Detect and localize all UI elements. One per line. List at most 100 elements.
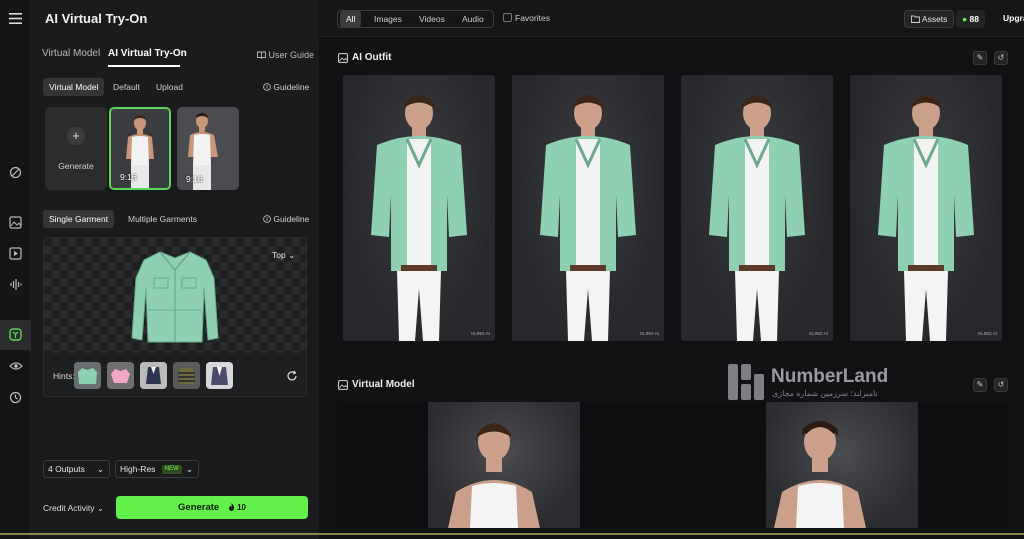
model-figure-icon <box>540 95 636 341</box>
model-figure-icon <box>709 95 805 341</box>
chevron-down-icon: ⌄ <box>288 250 296 260</box>
image-watermark: KLING AI <box>471 331 490 336</box>
favorites-checkbox[interactable] <box>503 13 512 22</box>
outfit-result-2[interactable]: KLING AI <box>512 75 664 341</box>
magic-wand-icon[interactable] <box>8 165 23 180</box>
flame-icon <box>228 503 234 511</box>
model-ratio-label: 9:16 <box>186 174 203 184</box>
edit-icon[interactable]: ✎ <box>973 51 987 65</box>
folder-icon <box>911 15 920 23</box>
model-thumbnail-selected[interactable]: 9:16 <box>109 107 171 190</box>
generate-cost-value: 10 <box>237 503 246 512</box>
media-filter: All Images Videos Audio <box>337 10 494 28</box>
favorites-toggle[interactable]: Favorites <box>503 13 550 23</box>
credits-badge[interactable]: ● 88 <box>956 10 985 28</box>
model-figure-icon <box>878 95 974 341</box>
quality-dropdown[interactable]: High-Res NEW ⌄ <box>115 460 199 478</box>
quality-value: High-Res <box>120 464 156 474</box>
watermark-name: NumberLand <box>771 366 889 387</box>
tab-virtual-model[interactable]: Virtual Model <box>42 48 100 59</box>
info-icon <box>263 83 271 91</box>
generate-button[interactable]: Generate 10 <box>116 496 308 519</box>
hint-garment-vest[interactable] <box>140 362 167 389</box>
filter-audio[interactable]: Audio <box>462 11 484 27</box>
audio-icon[interactable] <box>8 277 23 292</box>
favorites-label: Favorites <box>515 13 550 23</box>
user-guide-label: User Guide <box>268 50 315 60</box>
edit-icon[interactable]: ✎ <box>973 378 987 392</box>
outfit-result-4[interactable]: KLING AI <box>850 75 1002 341</box>
hint-garment-blazer[interactable] <box>206 362 233 389</box>
chevron-down-icon: ⌄ <box>185 464 193 474</box>
image-icon <box>338 380 348 390</box>
outfit-result-3[interactable]: KLING AI <box>681 75 833 341</box>
model-figure-icon <box>774 421 866 528</box>
top-bar: All Images Videos Audio Favorites Assets… <box>319 0 1024 37</box>
tab-default[interactable]: Default <box>107 78 146 96</box>
image-watermark: KLING AI <box>809 331 828 336</box>
credits-value: 88 <box>969 14 979 24</box>
generate-model-card[interactable]: + Generate <box>45 107 107 190</box>
image-icon[interactable] <box>8 215 23 230</box>
tab-virtual-model-source[interactable]: Virtual Model <box>43 78 105 96</box>
eye-icon[interactable] <box>8 358 23 373</box>
menu-icon[interactable] <box>8 11 23 26</box>
jacket-image <box>131 251 219 343</box>
garment-guideline-link[interactable]: Guideline <box>263 214 309 224</box>
virtual-model-title: Virtual Model <box>352 379 415 390</box>
virtual-model-result-2[interactable] <box>766 402 918 528</box>
refresh-hints-icon[interactable] <box>286 369 298 381</box>
model-thumbnail[interactable]: 9:16 <box>177 107 239 190</box>
history-icon[interactable] <box>8 390 23 405</box>
tab-single-garment[interactable]: Single Garment <box>43 210 115 228</box>
undo-icon[interactable]: ↺ <box>994 378 1008 392</box>
image-watermark: KLING AI <box>978 331 997 336</box>
filter-videos[interactable]: Videos <box>419 11 445 27</box>
plus-icon: + <box>67 127 85 145</box>
garment-upload-area[interactable]: Top ⌄ Hints: <box>43 237 307 397</box>
image-icon <box>338 53 348 63</box>
filter-images[interactable]: Images <box>374 11 402 27</box>
model-source-tabs: Virtual Model Default Upload <box>43 78 243 96</box>
garment-type-dropdown[interactable]: Top ⌄ <box>272 250 295 261</box>
virtual-model-result-1[interactable] <box>428 402 580 528</box>
hint-garment-striped-sweater[interactable] <box>173 362 200 389</box>
bottom-border <box>0 533 1024 535</box>
generate-button-label: Generate <box>178 502 220 513</box>
assets-button[interactable]: Assets <box>904 10 955 28</box>
assets-label: Assets <box>921 14 948 24</box>
tryon-icon[interactable] <box>8 327 23 342</box>
user-guide-link[interactable]: User Guide <box>257 50 314 60</box>
new-badge: NEW <box>161 465 182 475</box>
outputs-value: 4 Outputs <box>48 464 85 474</box>
guideline-label: Guideline <box>273 214 310 224</box>
garment-type-value: Top <box>272 250 286 260</box>
watermark-subtitle: نامبرلند؛ سرزمین شماره مجازی <box>772 389 878 398</box>
image-watermark: KLING AI <box>640 331 659 336</box>
model-guideline-link[interactable]: Guideline <box>263 82 309 92</box>
upgrade-button[interactable]: Upgra <box>1003 13 1024 23</box>
video-icon[interactable] <box>8 246 23 261</box>
outfit-result-1[interactable]: KLING AI <box>343 75 495 341</box>
flame-icon: ● <box>962 14 968 24</box>
ai-outfit-title: AI Outfit <box>352 52 392 63</box>
credit-activity-link[interactable]: Credit Activity ⌄ <box>43 503 104 514</box>
garment-mode-tabs: Single Garment Multiple Garments <box>43 210 243 228</box>
model-ratio-label: 9:16 <box>120 172 137 182</box>
book-icon <box>257 51 266 59</box>
tab-upload[interactable]: Upload <box>150 78 189 96</box>
filter-all[interactable]: All <box>340 11 362 27</box>
hint-garment-pink-top[interactable] <box>107 362 134 389</box>
numberland-watermark: NumberLand نامبرلند؛ سرزمین شماره مجازی <box>728 364 908 404</box>
active-tab-underline <box>108 65 180 67</box>
control-panel: AI Virtual Try-On Virtual Model AI Virtu… <box>31 0 319 539</box>
tab-ai-virtual-try-on[interactable]: AI Virtual Try-On <box>108 48 187 59</box>
tab-multiple-garments[interactable]: Multiple Garments <box>122 210 203 228</box>
model-figure-icon <box>448 423 540 528</box>
app-root: AI Virtual Try-On Virtual Model AI Virtu… <box>0 0 1024 539</box>
outputs-dropdown[interactable]: 4 Outputs ⌄ <box>43 460 110 478</box>
hint-garment-jacket[interactable] <box>74 362 101 389</box>
undo-icon[interactable]: ↺ <box>994 51 1008 65</box>
chevron-down-icon: ⌄ <box>96 503 104 513</box>
credit-activity-label: Credit Activity <box>43 503 95 513</box>
